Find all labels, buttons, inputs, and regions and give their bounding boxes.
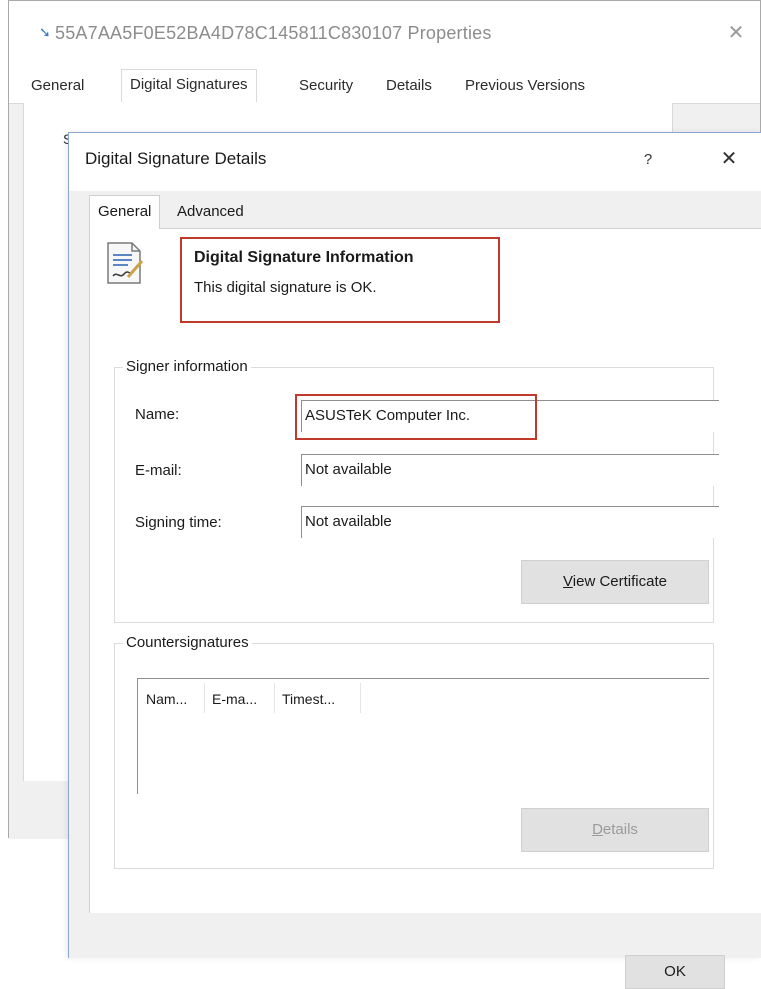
signature-status-text: This digital signature is OK. [194,279,377,296]
signing-time-field[interactable]: Not available [301,506,719,538]
name-label: Name: [135,406,180,423]
column-separator[interactable] [204,683,205,713]
signing-time-label: Signing time: [135,514,222,531]
countersignatures-group: Countersignatures Nam... E-ma... Timest.… [114,634,714,869]
tab-general[interactable]: General [89,195,161,229]
column-header-timestamp[interactable]: Timest... [282,691,335,707]
column-separator[interactable] [360,683,361,713]
column-header-name[interactable]: Nam... [146,691,187,707]
tab-digital-signatures[interactable]: Digital Signatures [121,69,257,102]
general-tab-panel: Digital Signature Information This digit… [89,228,761,913]
tab-details[interactable]: Details [386,77,432,94]
ok-button[interactable]: OK [625,955,725,989]
column-separator[interactable] [274,683,275,713]
view-certificate-label: iew Certificate [572,573,667,590]
tab-general[interactable]: General [31,77,84,94]
signer-information-group: Signer information Name: ASUSTeK Compute… [114,358,719,623]
dialog-title: Digital Signature Details [85,149,267,168]
countersignatures-list[interactable]: Nam... E-ma... Timest... [137,678,709,794]
countersignatures-label: Countersignatures [123,634,252,651]
signer-group-label: Signer information [123,358,251,375]
tab-security[interactable]: Security [299,77,353,94]
view-certificate-button[interactable]: View Certificate [521,560,709,604]
dialog-tabstrip: General Advanced [69,191,761,229]
signature-info-heading: Digital Signature Information [194,249,414,266]
column-header-email[interactable]: E-ma... [212,691,257,707]
file-icon: ➘ [39,24,51,40]
details-label: etails [602,821,638,838]
digital-signature-document-icon [107,242,144,284]
details-button[interactable]: Details [521,808,709,852]
properties-close-icon[interactable]: ✕ [721,19,751,47]
properties-title-bar: ➘ 55A7AA5F0E52BA4D78C145811C830107 Prope… [9,1,760,65]
email-field[interactable]: Not available [301,454,719,486]
name-highlight [295,394,537,440]
email-label: E-mail: [135,462,182,479]
signature-details-dialog: Digital Signature Details ? ✕ General Ad… [68,132,761,989]
tab-previous-versions[interactable]: Previous Versions [465,77,585,94]
dialog-body: General Advanced Digital Signature Infor… [69,191,761,989]
tab-advanced[interactable]: Advanced [177,203,244,220]
help-icon[interactable]: ? [635,147,661,173]
properties-tabstrip: General Digital Signatures Security Deta… [9,65,760,104]
close-icon[interactable]: ✕ [715,145,743,173]
view-certificate-mnemonic: V [563,573,573,590]
properties-title: 55A7AA5F0E52BA4D78C145811C830107 Propert… [55,23,492,43]
details-mnemonic: D [592,821,603,838]
